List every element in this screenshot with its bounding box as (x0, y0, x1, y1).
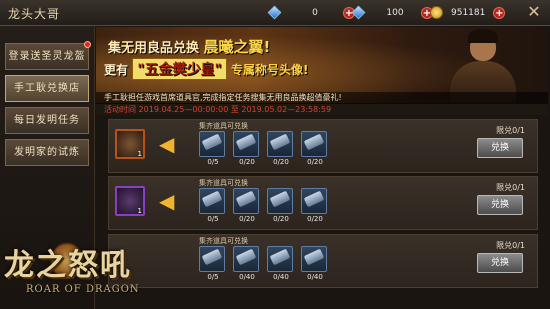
exchange-limit: 限兑0/1 (496, 126, 525, 135)
material-count: 0/40 (273, 273, 289, 281)
exchange-button[interactable]: 兑换 (477, 253, 523, 273)
material-count: 0/20 (273, 158, 289, 166)
blue-diamond-stack-icon (351, 5, 366, 20)
banner-description: 手工耿担任游戏首席道具官,完成指定任务搜集无用良品换超值豪礼! (96, 92, 548, 104)
event-time-separator: 至 (230, 105, 239, 114)
close-icon[interactable]: ✕ (524, 2, 544, 22)
logo-subtitle: ROAR OF DRAGON (26, 284, 140, 295)
material-count: 0/5 (207, 215, 219, 223)
banner-headline: 集无用良品兑换 晨曦之翼! (108, 36, 270, 57)
exchange-button[interactable]: 兑换 (477, 138, 523, 158)
material-item-icon[interactable]: 0/40 (267, 246, 293, 281)
material-item-icon[interactable]: 0/5 (199, 188, 225, 223)
material-item-icon[interactable]: 0/40 (233, 246, 259, 281)
exchange-row: 1 ◀ 集齐道具可兑换 0/5 0/20 0/20 0/20 限兑0/1 兑换 (108, 119, 538, 173)
sidebar-item-login-gift[interactable]: 登录送圣灵龙盔 (5, 41, 91, 70)
material-item-icon[interactable]: 0/20 (233, 131, 259, 166)
material-count: 0/40 (307, 273, 323, 281)
banner-headline-prefix: 集无用良品兑换 (108, 41, 200, 56)
character-hair (468, 29, 498, 43)
blue-diamond-icon (267, 5, 282, 20)
sidebar-item-label: 每日发明任务 (14, 115, 80, 126)
exchange-button[interactable]: 兑换 (477, 195, 523, 215)
notification-badge (84, 41, 91, 48)
requirement-label: 集齐道具可兑换 (199, 122, 248, 130)
banner-sub-suffix: 专属称号头像! (230, 63, 309, 77)
material-count: 0/20 (307, 158, 323, 166)
diamond-value: 0 (312, 7, 318, 18)
material-item-icon[interactable]: 0/20 (301, 131, 327, 166)
material-count: 0/20 (239, 215, 255, 223)
add-gold-button[interactable]: + (493, 6, 506, 19)
material-item-icon[interactable]: 0/20 (267, 131, 293, 166)
reward-item-icon[interactable]: 1 (115, 129, 145, 159)
diamond-stack-resource: 100 + (351, 5, 433, 20)
material-item-icon[interactable]: 0/5 (199, 131, 225, 166)
material-count: 0/20 (307, 215, 323, 223)
sidebar-item-inventor-trial[interactable]: 发明家的试炼 (5, 139, 89, 166)
banner-headline-highlight: 晨曦之翼! (203, 38, 271, 56)
top-bar: 龙头大哥 0 + 100 + 951181 + ✕ (0, 0, 550, 26)
material-count: 0/40 (239, 273, 255, 281)
event-time-end: 2019.05.02—23:58:59 (241, 105, 332, 114)
sidebar-item-label: 手工耿兑换店 (14, 83, 80, 94)
sidebar-item-label: 登录送圣灵龙盔 (8, 51, 86, 62)
exchange-row: 1 ◀ 集齐道具可兑换 0/5 0/20 0/20 0/20 限兑0/1 兑换 (108, 176, 538, 230)
material-count: 0/5 (207, 158, 219, 166)
material-count: 0/20 (239, 158, 255, 166)
material-count: 0/20 (273, 215, 289, 223)
material-item-icon[interactable]: 0/20 (267, 188, 293, 223)
reward-count: 1 (137, 207, 142, 215)
event-time-start: 2019.04.25—00:00:00 (138, 105, 229, 114)
arrow-left-icon: ◀ (159, 132, 175, 156)
reward-item-icon[interactable]: 1 (115, 186, 145, 216)
arrow-left-icon: ◀ (159, 189, 175, 213)
sidebar-item-exchange-shop[interactable]: 手工耿兑换店 (5, 75, 89, 102)
event-time: 活动时间 2019.04.25—00:00:00 至 2019.05.02—23… (96, 104, 548, 115)
banner-sub-prefix: 更有 (104, 63, 129, 77)
gold-value: 951181 (451, 7, 486, 18)
exchange-limit: 限兑0/1 (496, 183, 525, 192)
diamond-stack-value: 100 (386, 7, 404, 18)
gold-resource: 951181 + (430, 5, 506, 20)
sidebar-item-label: 发明家的试炼 (14, 147, 80, 158)
requirement-label: 集齐道具可兑换 (199, 179, 248, 187)
event-time-label: 活动时间 (104, 105, 136, 114)
material-item-icon[interactable]: 0/20 (301, 188, 327, 223)
sidebar-item-daily-tasks[interactable]: 每日发明任务 (5, 107, 89, 134)
banner-sub-title-name: "五金樊少皇" (132, 58, 227, 80)
banner-subheadline: 更有 "五金樊少皇" 专属称号头像! (104, 58, 308, 80)
game-logo: 龙之怒吼 ROAR OF DRAGON (4, 240, 204, 309)
material-item-icon[interactable]: 0/20 (233, 188, 259, 223)
material-item-icon[interactable]: 0/40 (301, 246, 327, 281)
gold-coin-icon (430, 6, 443, 19)
reward-count: 1 (137, 150, 142, 158)
requirement-label: 集齐道具可兑换 (199, 237, 248, 245)
logo-title: 龙之怒吼 (4, 248, 132, 283)
player-title: 龙头大哥 (8, 7, 61, 21)
diamond-resource: 0 + (267, 5, 355, 20)
exchange-limit: 限兑0/1 (496, 241, 525, 250)
